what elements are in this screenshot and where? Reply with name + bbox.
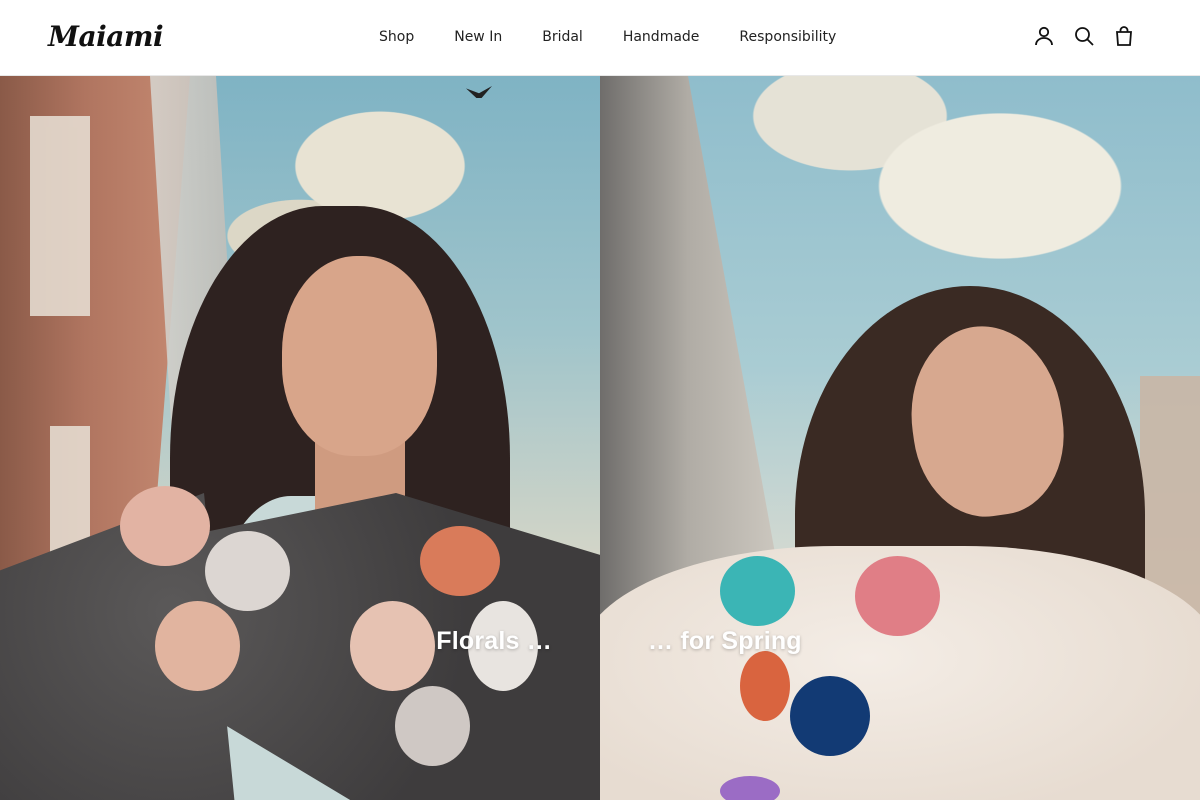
nav-item-shop[interactable]: Shop: [379, 28, 414, 46]
hero-caption-left: Florals …: [436, 627, 552, 655]
hero-panel-florals[interactable]: Florals …: [0, 76, 600, 800]
search-icon[interactable]: [1072, 24, 1096, 48]
flower-decoration: [205, 531, 290, 611]
nav-item-handmade[interactable]: Handmade: [623, 28, 700, 46]
flower-decoration: [420, 526, 500, 596]
logo[interactable]: Maiami: [48, 20, 164, 53]
site-header: Maiami Shop New In Bridal Handmade Respo…: [0, 0, 1200, 76]
nav-item-bridal[interactable]: Bridal: [542, 28, 583, 46]
nav-item-new-in[interactable]: New In: [454, 28, 502, 46]
flower-decoration: [790, 676, 870, 756]
flower-decoration: [155, 601, 240, 691]
header-icons: [1032, 24, 1136, 48]
flower-decoration: [740, 651, 790, 721]
hero-panel-spring[interactable]: … for Spring: [600, 76, 1200, 800]
hero-caption-right: … for Spring: [648, 627, 802, 655]
model-face: [282, 256, 437, 456]
bag-icon[interactable]: [1112, 24, 1136, 48]
bird-image: [466, 86, 492, 98]
flower-decoration: [395, 686, 470, 766]
flower-decoration: [350, 601, 435, 691]
flower-decoration: [855, 556, 940, 636]
flower-decoration: [720, 776, 780, 800]
nav-item-responsibility[interactable]: Responsibility: [739, 28, 836, 46]
flower-decoration: [120, 486, 210, 566]
hero-section: Florals … … for Spring: [0, 76, 1200, 800]
flower-decoration: [720, 556, 795, 626]
user-icon[interactable]: [1032, 24, 1056, 48]
main-nav: Shop New In Bridal Handmade Responsibili…: [379, 28, 836, 46]
